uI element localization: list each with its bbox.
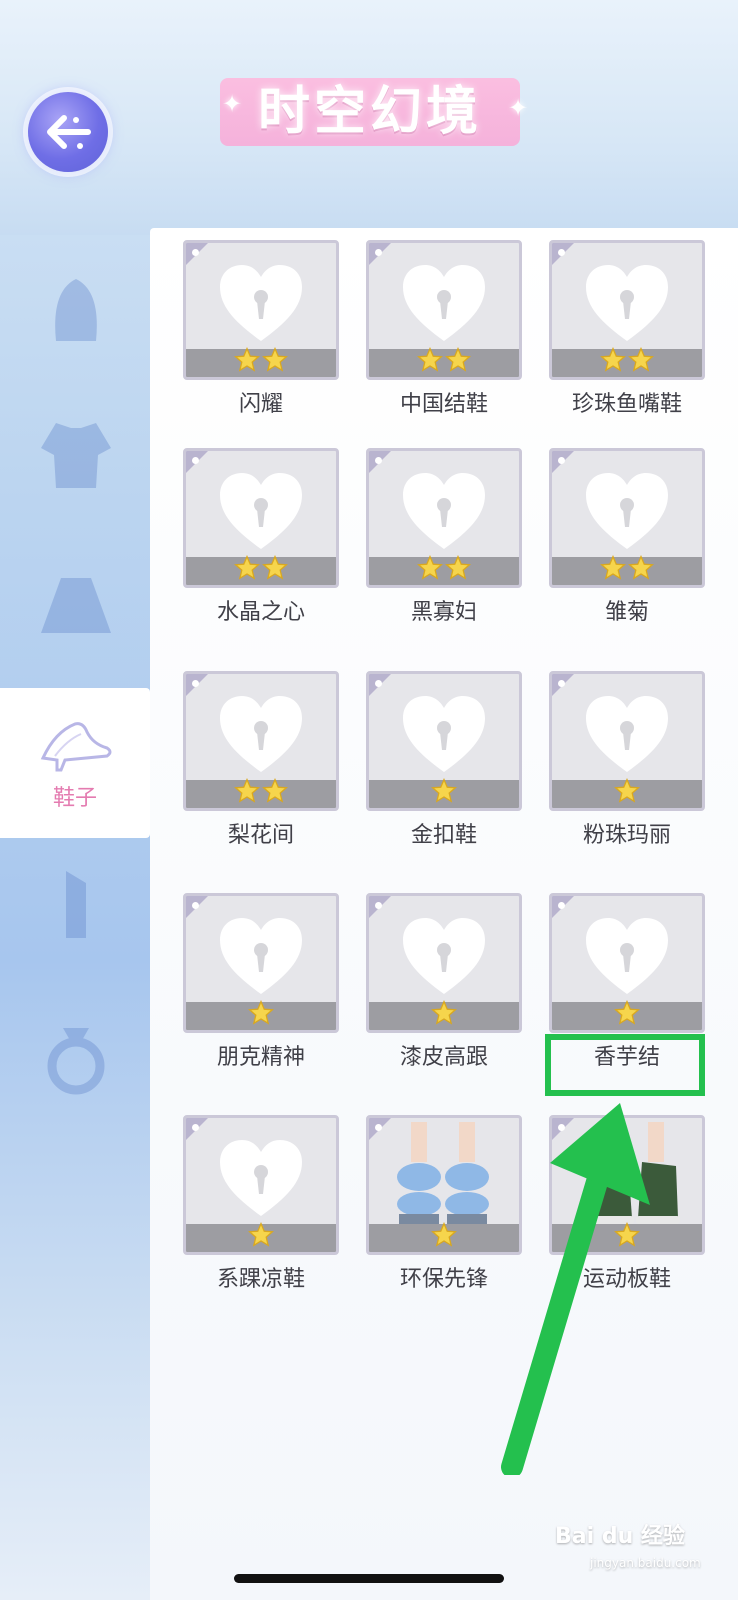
shoe-name: 粉珠玛丽 bbox=[582, 823, 671, 848]
corner-dot bbox=[375, 249, 382, 256]
corner-dot bbox=[192, 1124, 199, 1131]
star-rating bbox=[186, 1222, 336, 1252]
shoe-card[interactable] bbox=[549, 893, 705, 1033]
star-rating bbox=[369, 1000, 519, 1030]
highlight-box bbox=[545, 1034, 705, 1096]
shoe-card[interactable] bbox=[183, 1115, 339, 1255]
bottom-category-icon[interactable] bbox=[28, 560, 124, 656]
back-button[interactable] bbox=[28, 92, 108, 172]
shoe-item[interactable]: 黑寡妇 bbox=[366, 448, 522, 628]
corner-dot bbox=[558, 680, 565, 687]
shoe-name: 黑寡妇 bbox=[410, 600, 477, 625]
top-category-icon[interactable] bbox=[28, 405, 124, 501]
shoe-name: 金扣鞋 bbox=[410, 823, 477, 848]
shoe-card[interactable] bbox=[366, 240, 522, 380]
shoe-name: 中国结鞋 bbox=[399, 392, 488, 417]
corner-dot bbox=[192, 249, 199, 256]
shoe-item[interactable]: 粉珠玛丽 bbox=[549, 671, 705, 851]
corner-dot bbox=[558, 457, 565, 464]
shoe-name: 水晶之心 bbox=[216, 600, 305, 625]
home-indicator[interactable] bbox=[234, 1574, 504, 1583]
corner-dot bbox=[558, 902, 565, 909]
shoe-item[interactable]: 中国结鞋 bbox=[366, 240, 522, 420]
corner-dot bbox=[192, 457, 199, 464]
star-rating bbox=[369, 778, 519, 808]
star-rating bbox=[186, 347, 336, 377]
shoe-card[interactable] bbox=[366, 671, 522, 811]
corner-dot bbox=[375, 457, 382, 464]
shoe-name: 梨花间 bbox=[227, 823, 294, 848]
baidu-watermark: Bai du 经验 bbox=[555, 1524, 685, 1549]
shoe-name: 闪耀 bbox=[238, 392, 283, 417]
star-rating bbox=[186, 1000, 336, 1030]
corner-dot bbox=[192, 902, 199, 909]
star-rating bbox=[186, 778, 336, 808]
star-rating bbox=[369, 347, 519, 377]
shoe-card[interactable] bbox=[183, 448, 339, 588]
baidu-watermark-url: jingyan.baidu.com bbox=[590, 1556, 701, 1570]
back-arrow-icon bbox=[47, 115, 91, 149]
star-rating bbox=[552, 1000, 702, 1030]
sparkle-icon: ✦ bbox=[222, 90, 243, 118]
hair-category-icon[interactable] bbox=[28, 263, 124, 359]
shoe-name: 系踝凉鞋 bbox=[216, 1267, 305, 1292]
shoe-card[interactable] bbox=[549, 240, 705, 380]
shoe-name: 漆皮高跟 bbox=[399, 1045, 488, 1070]
shoe-item[interactable]: 闪耀 bbox=[183, 240, 339, 420]
shoe-name: 朋克精神 bbox=[216, 1045, 305, 1070]
star-rating bbox=[552, 778, 702, 808]
shoe-item[interactable]: 珍珠鱼嘴鞋 bbox=[549, 240, 705, 420]
shoe-card[interactable] bbox=[366, 893, 522, 1033]
high-heel-icon bbox=[40, 722, 112, 772]
annotation-arrow bbox=[501, 1103, 650, 1475]
category-sidebar bbox=[0, 235, 150, 1600]
shoe-card[interactable] bbox=[549, 448, 705, 588]
corner-dot bbox=[375, 1124, 382, 1131]
sparkle-icon: ✦ bbox=[508, 94, 529, 122]
accessory-category-icon[interactable] bbox=[28, 1010, 124, 1106]
shoe-card[interactable] bbox=[183, 240, 339, 380]
shoe-card[interactable] bbox=[366, 448, 522, 588]
shoe-item[interactable]: 雏菊 bbox=[549, 448, 705, 628]
star-rating bbox=[369, 555, 519, 585]
star-rating bbox=[552, 347, 702, 377]
shoe-card[interactable] bbox=[183, 893, 339, 1033]
corner-dot bbox=[192, 680, 199, 687]
shoe-item[interactable]: 系踝凉鞋 bbox=[183, 1115, 339, 1295]
corner-dot bbox=[375, 680, 382, 687]
corner-dot bbox=[558, 249, 565, 256]
shoe-item[interactable]: 金扣鞋 bbox=[366, 671, 522, 851]
shoes-category-tab[interactable]: 鞋子 bbox=[0, 688, 150, 838]
corner-dot bbox=[375, 902, 382, 909]
star-rating bbox=[552, 555, 702, 585]
shoe-item[interactable]: 漆皮高跟 bbox=[366, 893, 522, 1073]
star-rating bbox=[186, 555, 336, 585]
shoe-card[interactable] bbox=[549, 671, 705, 811]
shoe-name: 雏菊 bbox=[604, 600, 649, 625]
shoe-item[interactable]: 水晶之心 bbox=[183, 448, 339, 628]
shoe-item[interactable]: 朋克精神 bbox=[183, 893, 339, 1073]
shoe-card[interactable] bbox=[183, 671, 339, 811]
shoe-name: 珍珠鱼嘴鞋 bbox=[571, 392, 682, 417]
page-title: 时空幻境 bbox=[220, 78, 520, 146]
shoe-item[interactable]: 梨花间 bbox=[183, 671, 339, 851]
makeup-category-icon[interactable] bbox=[28, 855, 124, 951]
shoes-category-label: 鞋子 bbox=[52, 786, 97, 811]
